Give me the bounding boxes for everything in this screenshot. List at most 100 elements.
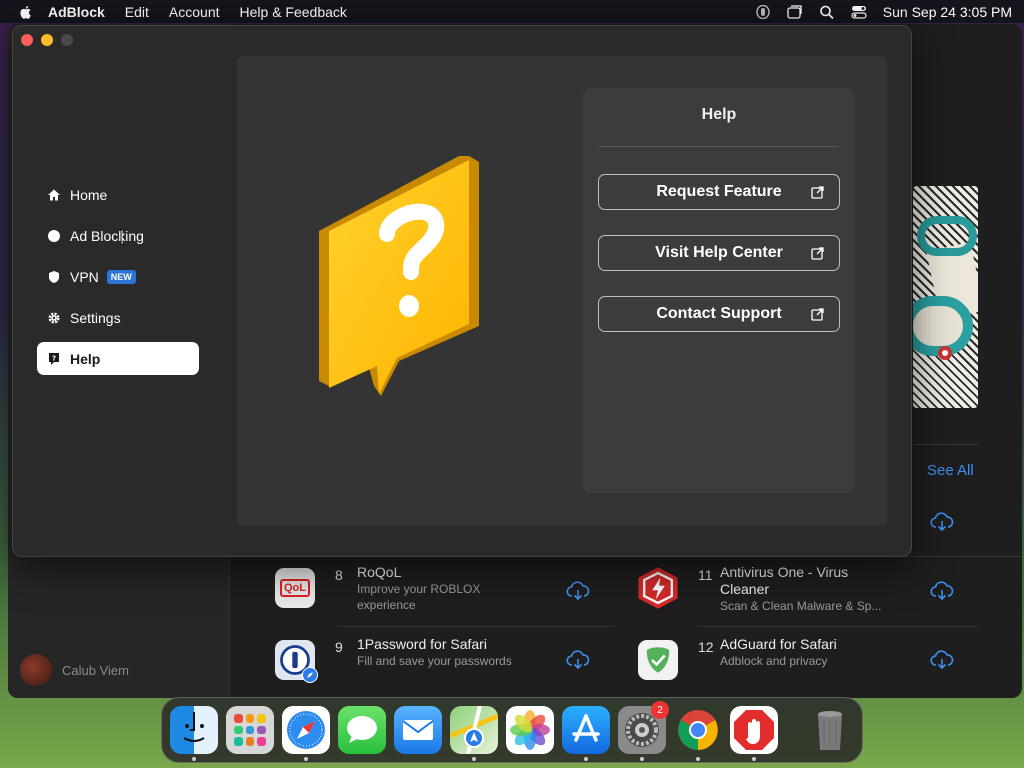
gear-icon xyxy=(48,312,60,323)
adblock-icon[interactable] xyxy=(730,706,778,761)
adblock-sidebar: Home Ad Blocking VPN NEW Settings ? Help xyxy=(37,178,199,383)
store-user[interactable]: Calub Viem xyxy=(20,654,129,686)
control-center-icon[interactable] xyxy=(851,5,867,19)
help-icon: ? xyxy=(49,352,59,365)
app-title: 1Password for Safari xyxy=(357,636,487,652)
artwork-eye xyxy=(938,346,952,360)
divider xyxy=(599,146,839,147)
shield-icon xyxy=(49,270,59,283)
app-title: AdGuard for Safari xyxy=(720,636,837,652)
cloud-download-icon[interactable] xyxy=(930,512,954,532)
chrome-icon[interactable] xyxy=(674,706,722,761)
app-subtitle: Fill and save your passwords xyxy=(357,654,512,668)
menu-account[interactable]: Account xyxy=(169,4,220,20)
contact-support-button[interactable]: Contact Support xyxy=(598,296,840,332)
request-feature-button[interactable]: Request Feature xyxy=(598,174,840,210)
close-window-button[interactable] xyxy=(21,34,33,46)
menu-edit[interactable]: Edit xyxy=(125,4,149,20)
menu-help-feedback[interactable]: Help & Feedback xyxy=(240,4,347,20)
app-title: Antivirus One - Virus Cleaner xyxy=(720,564,849,597)
help-panel-title: Help xyxy=(701,106,737,123)
apple-icon[interactable] xyxy=(18,4,34,20)
sidebar-item-label: Home xyxy=(70,186,108,203)
messages-icon[interactable] xyxy=(338,706,386,754)
sidebar-item-label: VPN xyxy=(70,268,99,285)
cloud-download-icon[interactable] xyxy=(566,581,590,601)
antivirus-app-icon xyxy=(638,567,678,609)
cloud-download-icon[interactable] xyxy=(566,650,590,670)
rank-number: 9 xyxy=(335,639,343,655)
finder-icon[interactable] xyxy=(170,706,218,761)
sidebar-item-vpn[interactable]: VPN NEW xyxy=(37,260,199,293)
roqol-app-icon: QoL xyxy=(275,568,315,608)
sidebar-item-settings[interactable]: Settings xyxy=(37,301,199,334)
external-link-icon xyxy=(811,247,824,260)
help-content-area: Help Request Feature Visit Help Center C… xyxy=(237,56,887,526)
dock: 2 xyxy=(161,697,863,763)
help-panel: Help Request Feature Visit Help Center C… xyxy=(583,88,855,493)
divider xyxy=(698,626,978,627)
notification-badge: 2 xyxy=(651,701,669,719)
see-all-link[interactable]: See All xyxy=(927,462,974,479)
mouse-cursor xyxy=(120,229,124,245)
divider xyxy=(913,444,978,445)
menu-bar: AdBlock Edit Account Help & Feedback Sun… xyxy=(0,0,1024,23)
list-item[interactable]: 11 Antivirus One - Virus Cleaner Scan & … xyxy=(638,564,938,620)
1password-app-icon xyxy=(275,640,318,683)
running-indicator xyxy=(584,757,588,761)
photos-icon[interactable] xyxy=(506,706,554,754)
rank-number: 11 xyxy=(698,567,713,583)
button-label: Request Feature xyxy=(656,183,782,200)
sidebar-item-help[interactable]: ? Help xyxy=(37,342,199,375)
featured-artwork[interactable] xyxy=(913,186,978,408)
mail-icon[interactable] xyxy=(394,706,442,754)
sidebar-item-home[interactable]: Home xyxy=(37,178,199,211)
menu-clock[interactable]: Sun Sep 24 3:05 PM xyxy=(883,4,1012,20)
zoom-window-button[interactable] xyxy=(61,34,73,46)
visit-help-center-button[interactable]: Visit Help Center xyxy=(598,235,840,271)
sidebar-item-label: Ad Blocking xyxy=(70,227,144,244)
app-subtitle: Adblock and privacy xyxy=(720,654,828,668)
adblock-menu-icon[interactable] xyxy=(755,4,771,19)
external-link-icon xyxy=(811,308,824,321)
maps-icon[interactable] xyxy=(449,705,499,761)
minimize-window-button[interactable] xyxy=(41,34,53,46)
list-item[interactable]: 12 AdGuard for Safari Adblock and privac… xyxy=(638,636,938,692)
launchpad-icon[interactable] xyxy=(226,706,274,754)
adguard-app-icon xyxy=(638,640,678,680)
adblock-window: Home Ad Blocking VPN NEW Settings ? Help xyxy=(12,25,912,557)
rank-number: 12 xyxy=(698,639,714,655)
menu-app-name[interactable]: AdBlock xyxy=(48,4,105,20)
artwork-band xyxy=(917,216,977,256)
window-controls xyxy=(21,34,73,46)
trash-icon[interactable] xyxy=(806,706,854,754)
cloud-download-icon[interactable] xyxy=(930,650,954,670)
running-indicator xyxy=(304,757,308,761)
button-label: Visit Help Center xyxy=(655,244,783,261)
circle-icon xyxy=(48,229,60,242)
sidebar-item-label: Help xyxy=(70,350,101,367)
sidebar-item-label: Settings xyxy=(70,309,121,326)
running-indicator xyxy=(192,757,196,761)
safari-icon[interactable] xyxy=(282,706,330,761)
app-subtitle: Improve your ROBLOX experience xyxy=(357,582,481,612)
system-settings-icon[interactable]: 2 xyxy=(618,701,669,761)
list-item[interactable]: 9 1Password for Safari Fill and save you… xyxy=(275,636,615,692)
app-store-icon[interactable] xyxy=(562,706,610,761)
new-badge: NEW xyxy=(106,269,136,284)
search-icon[interactable] xyxy=(819,5,835,19)
running-indicator xyxy=(696,757,700,761)
list-item[interactable]: QoL 8 RoQoL Improve your ROBLOX experien… xyxy=(275,564,615,620)
user-name: Calub Viem xyxy=(62,662,129,678)
avatar xyxy=(20,654,52,686)
home-icon xyxy=(48,189,60,200)
svg-text:?: ? xyxy=(52,354,56,362)
window-icon[interactable] xyxy=(787,4,803,19)
external-link-icon xyxy=(811,186,824,199)
question-bubble-illustration xyxy=(319,156,479,396)
sidebar-item-ad-blocking[interactable]: Ad Blocking xyxy=(37,219,199,252)
cloud-download-icon[interactable] xyxy=(930,581,954,601)
running-indicator xyxy=(752,757,756,761)
button-label: Contact Support xyxy=(656,305,782,322)
running-indicator xyxy=(640,757,644,761)
